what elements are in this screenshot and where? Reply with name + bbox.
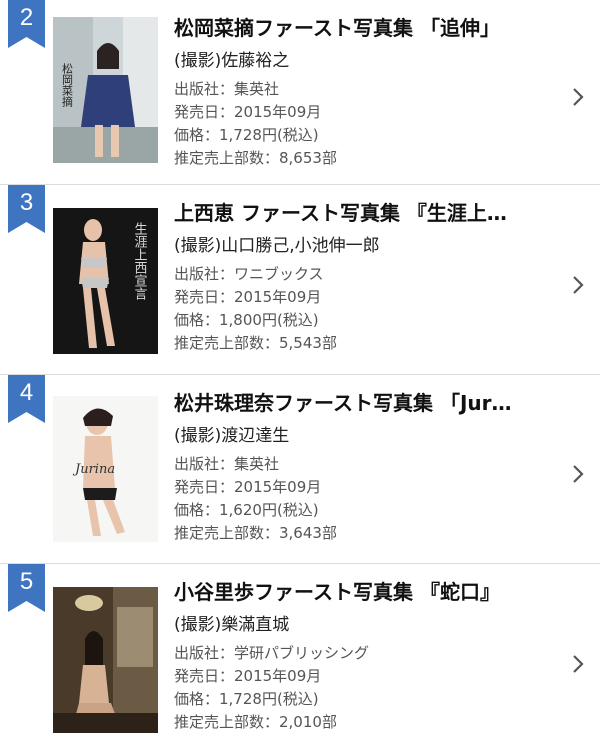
photobook-cover-image[interactable] (53, 587, 158, 733)
price-text: 価格：1,728円(税込) (174, 126, 319, 144)
estimated-sales-text: 推定売上部数：5,543部 (174, 334, 337, 352)
photobook-cover-image[interactable]: 生涯上西宣言 (53, 208, 158, 354)
photographer-credit: (撮影)渡辺達生 (174, 426, 290, 446)
release-date-text: 発売日：2015年09月 (174, 667, 322, 685)
ranking-item[interactable]: 2 松岡菜摘 松岡菜摘ファースト写真集 「追伸」 (撮影)佐藤裕之 出版社：集英… (0, 0, 600, 185)
price-text: 価格：1,800円(税込) (174, 311, 319, 329)
release-date-text: 発売日：2015年09月 (174, 103, 322, 121)
ranking-item[interactable]: 3 生涯上西宣言 上西恵 ファースト写真集 『生涯上… (撮影)山口勝己,小池伸… (0, 185, 600, 375)
release-date-text: 発売日：2015年09月 (174, 478, 322, 496)
publisher-text: 出版社：学研パブリッシング (174, 644, 370, 662)
photobook-cover-image[interactable]: Jurina (53, 396, 158, 542)
chevron-right-icon[interactable] (571, 274, 585, 296)
photobook-cover-image[interactable]: 松岡菜摘 (53, 17, 158, 163)
rank-number: 3 (19, 189, 34, 216)
book-meta: 出版社：ワニブックス 発売日：2015年09月 価格：1,800円(税込) 推定… (174, 263, 337, 355)
rank-number: 4 (19, 379, 34, 406)
chevron-right-icon[interactable] (571, 86, 585, 108)
book-meta: 出版社：集英社 発売日：2015年09月 価格：1,728円(税込) 推定売上部… (174, 78, 337, 170)
photographer-credit: (撮影)山口勝己,小池伸一郎 (174, 236, 380, 256)
estimated-sales-text: 推定売上部数：8,653部 (174, 149, 337, 167)
rank-ribbon-badge: 4 (8, 375, 45, 423)
ranking-list: 2 松岡菜摘 松岡菜摘ファースト写真集 「追伸」 (撮影)佐藤裕之 出版社：集英… (0, 0, 600, 751)
estimated-sales-text: 推定売上部数：3,643部 (174, 524, 337, 542)
ranking-item[interactable]: 4 Jurina 松井珠理奈ファースト写真集 「Jur… (撮影)渡辺達生 出版… (0, 375, 600, 564)
photobook-title[interactable]: 上西恵 ファースト写真集 『生涯上… (174, 198, 554, 228)
book-meta: 出版社：集英社 発売日：2015年09月 価格：1,620円(税込) 推定売上部… (174, 453, 337, 545)
price-text: 価格：1,728円(税込) (174, 690, 319, 708)
photobook-title[interactable]: 小谷里歩ファースト写真集 『蛇口』 (174, 577, 554, 607)
rank-number: 5 (19, 568, 34, 595)
price-text: 価格：1,620円(税込) (174, 501, 319, 519)
rank-ribbon-badge: 2 (8, 0, 45, 48)
publisher-text: 出版社：ワニブックス (174, 265, 324, 283)
photographer-credit: (撮影)樂滿直城 (174, 615, 290, 635)
rank-number: 2 (19, 4, 34, 31)
publisher-text: 出版社：集英社 (174, 455, 280, 473)
ranking-item[interactable]: 5 小谷里歩ファースト写真集 『蛇口』 (撮影)樂滿直城 出版社：学研パブリッシ… (0, 564, 600, 751)
photobook-title[interactable]: 松岡菜摘ファースト写真集 「追伸」 (174, 13, 554, 43)
rank-ribbon-badge: 5 (8, 564, 45, 612)
rank-ribbon-badge: 3 (8, 185, 45, 233)
estimated-sales-text: 推定売上部数：2,010部 (174, 713, 337, 731)
svg-text:Jurina: Jurina (72, 462, 115, 477)
photographer-credit: (撮影)佐藤裕之 (174, 51, 290, 71)
photobook-title[interactable]: 松井珠理奈ファースト写真集 「Jur… (174, 388, 554, 418)
chevron-right-icon[interactable] (571, 463, 585, 485)
chevron-right-icon[interactable] (571, 653, 585, 675)
publisher-text: 出版社：集英社 (174, 80, 280, 98)
book-meta: 出版社：学研パブリッシング 発売日：2015年09月 価格：1,728円(税込)… (174, 642, 369, 734)
svg-text:松岡菜摘: 松岡菜摘 (61, 62, 74, 108)
svg-text:生涯上西宣言: 生涯上西宣言 (132, 222, 148, 300)
release-date-text: 発売日：2015年09月 (174, 288, 322, 306)
